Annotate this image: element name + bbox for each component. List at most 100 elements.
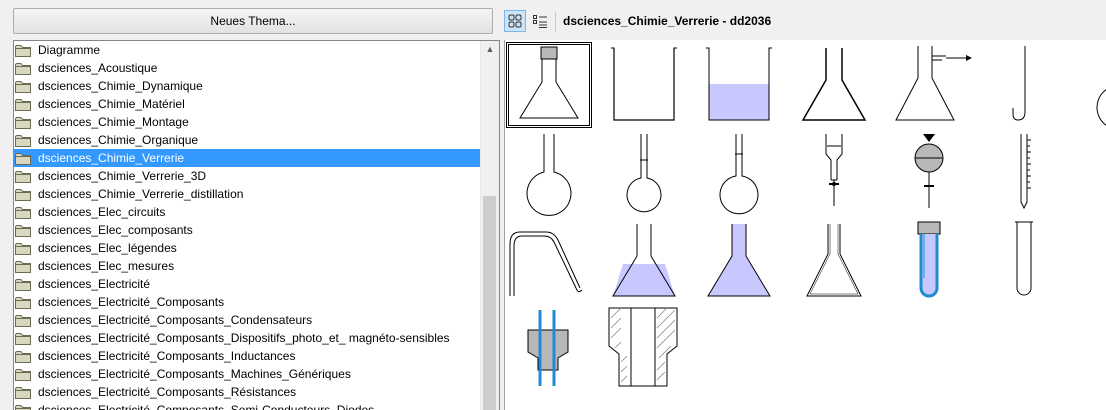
gallery-item[interactable] — [791, 218, 877, 304]
folder-icon — [15, 80, 31, 93]
theme-item[interactable]: dsciences_Chimie_Verrerie_3D — [14, 167, 481, 185]
theme-item[interactable]: dsciences_Chimie_Organique — [14, 131, 481, 149]
round-bottom-flask-icon — [526, 134, 572, 216]
theme-item-label: dsciences_Elec_circuits — [38, 205, 166, 219]
theme-item-label: dsciences_Chimie_Organique — [38, 133, 199, 147]
theme-item[interactable]: dsciences_Electricité_Composants_Machine… — [14, 365, 481, 383]
theme-item-label: dsciences_Chimie_Verrerie_distillation — [38, 187, 244, 201]
folder-icon — [15, 224, 31, 237]
gallery-item[interactable] — [886, 218, 972, 304]
theme-item[interactable]: dsciences_Elec_composants — [14, 221, 481, 239]
theme-item[interactable]: dsciences_Elec_mesures — [14, 257, 481, 275]
theme-list[interactable]: Diagramme dsciences_Acoustique dsciences_C… — [13, 40, 500, 410]
folder-icon — [15, 134, 31, 147]
theme-item[interactable]: dsciences_Chimie_Verrerie_distillation — [14, 185, 481, 203]
gallery-item[interactable] — [506, 218, 592, 304]
gallery-title: dsciences_Chimie_Verrerie - dd2036 — [563, 14, 772, 28]
test-tube-stoppered-icon — [917, 221, 941, 298]
theme-item-label: dsciences_Electricité — [38, 277, 151, 291]
theme-item[interactable]: dsciences_Electricité_Composants_Résista… — [14, 383, 481, 401]
gallery-item[interactable] — [1076, 218, 1106, 304]
theme-item[interactable]: dsciences_Electricité_Composants_Inducta… — [14, 347, 481, 365]
theme-item-label: dsciences_Elec_légendes — [38, 241, 177, 255]
scroll-up-arrow-icon[interactable]: ▲ — [481, 41, 499, 58]
theme-item[interactable]: dsciences_Elec_légendes — [14, 239, 481, 257]
theme-item[interactable]: dsciences_Chimie_Montage — [14, 113, 481, 131]
folder-icon — [15, 260, 31, 273]
folder-icon — [15, 350, 31, 363]
theme-item-label: dsciences_Electricité_Composants_Machine… — [38, 367, 351, 381]
theme-item-label: dsciences_Electricité_Composants_Disposi… — [38, 331, 450, 345]
gallery-item[interactable] — [981, 42, 1067, 128]
theme-item[interactable]: dsciences_Electricité_Composants_Condens… — [14, 311, 481, 329]
test-tube-icon — [1015, 221, 1033, 296]
gallery-item[interactable] — [696, 218, 782, 304]
theme-item-label: dsciences_Electricité_Composants — [38, 295, 225, 309]
folder-icon — [15, 242, 31, 255]
gallery-item[interactable] — [981, 130, 1067, 216]
gallery-item[interactable] — [601, 42, 687, 128]
theme-item[interactable]: Diagramme — [14, 41, 481, 59]
folder-icon — [15, 206, 31, 219]
theme-item-label: dsciences_Elec_composants — [38, 223, 193, 237]
filtering-flask-icon — [895, 46, 972, 121]
theme-item-label: dsciences_Electricité_Composants_Résista… — [38, 385, 297, 399]
theme-item[interactable]: dsciences_Electricité_Composants — [14, 293, 481, 311]
gallery-item[interactable] — [506, 130, 592, 216]
gallery-item[interactable] — [696, 130, 782, 216]
theme-item[interactable]: dsciences_Chimie_Verrerie — [14, 149, 481, 167]
theme-items: Diagramme dsciences_Acoustique dsciences_C… — [14, 41, 481, 410]
bent-glass-tube-icon — [509, 231, 583, 296]
folder-icon — [15, 404, 31, 410]
gallery-item[interactable] — [981, 218, 1067, 304]
gallery-item[interactable] — [1076, 130, 1106, 216]
beaker-empty-icon — [611, 47, 677, 121]
gallery-item[interactable] — [601, 306, 687, 392]
theme-item-label: dsciences_Electricité_Composants_Semi-Co… — [38, 403, 375, 410]
theme-item[interactable]: dsciences_Electricité — [14, 275, 481, 293]
detail-view-icon — [533, 15, 547, 28]
folder-icon — [15, 368, 31, 381]
theme-item[interactable]: dsciences_Chimie_Dynamique — [14, 77, 481, 95]
theme-item[interactable]: dsciences_Electricité_Composants_Disposi… — [14, 329, 481, 347]
erlenmeyer-flask-stoppered-icon — [519, 46, 579, 119]
icon-view-button[interactable] — [504, 10, 526, 32]
gallery-item[interactable] — [886, 130, 972, 216]
theme-item[interactable]: dsciences_Electricité_Composants_Semi-Co… — [14, 401, 481, 410]
theme-item[interactable]: dsciences_Elec_circuits — [14, 203, 481, 221]
detail-view-button[interactable] — [529, 10, 551, 32]
folder-icon — [15, 98, 31, 111]
gallery-toolbar: dsciences_Chimie_Verrerie - dd2036 — [503, 8, 1106, 36]
gallery-item[interactable] — [601, 130, 687, 216]
gallery-item[interactable] — [791, 42, 877, 128]
gallery-item[interactable] — [696, 42, 782, 128]
icon-view-icon — [508, 14, 522, 28]
theme-list-scrollbar[interactable]: ▲ — [480, 41, 499, 410]
theme-item-label: dsciences_Electricité_Composants_Condens… — [38, 313, 313, 327]
erlenmeyer-flask-icon — [801, 48, 867, 121]
theme-item[interactable]: dsciences_Acoustique — [14, 59, 481, 77]
folder-icon — [15, 62, 31, 75]
gallery-item[interactable] — [886, 42, 972, 128]
folder-icon — [15, 314, 31, 327]
round-bottom-flask-stoppered-icon — [1096, 89, 1106, 126]
theme-item-label: dsciences_Chimie_Verrerie — [38, 151, 185, 165]
toolbar-separator — [555, 12, 556, 32]
folder-icon — [15, 296, 31, 309]
j-tube-icon — [1012, 46, 1026, 121]
volumetric-pipette-icon — [1076, 130, 1106, 216]
theme-item-label: dsciences_Chimie_Montage — [38, 115, 189, 129]
gallery-item[interactable] — [506, 42, 592, 128]
gallery-item[interactable] — [791, 130, 877, 216]
gallery-item[interactable] — [506, 306, 592, 392]
scroll-thumb[interactable] — [483, 196, 496, 410]
theme-item-label: dsciences_Elec_mesures — [38, 259, 175, 273]
theme-item-label: dsciences_Electricité_Composants_Inducta… — [38, 349, 296, 363]
dropping-funnel-icon — [825, 134, 843, 206]
folder-icon — [15, 152, 31, 165]
new-theme-button[interactable]: Neues Thema... — [13, 8, 493, 34]
gallery-item[interactable] — [601, 218, 687, 304]
theme-item[interactable]: dsciences_Chimie_Matériel — [14, 95, 481, 113]
gallery-item[interactable] — [1076, 42, 1106, 128]
gallery-grid — [504, 40, 1106, 410]
